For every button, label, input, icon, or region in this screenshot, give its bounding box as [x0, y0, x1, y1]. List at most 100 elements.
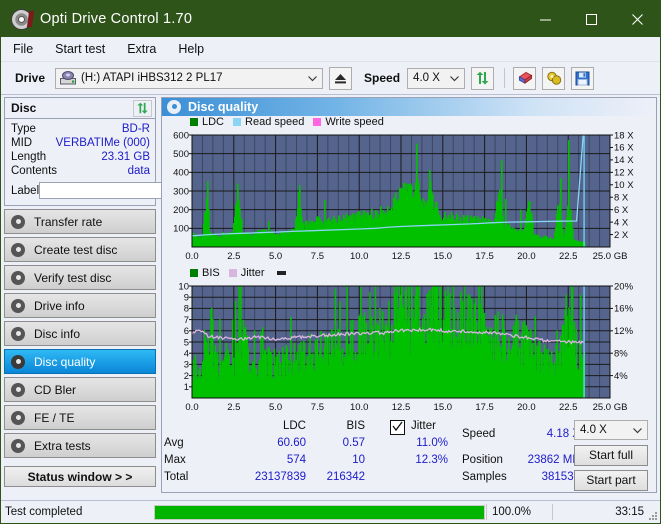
samples-stat-label: Samples [462, 470, 507, 483]
disc-refresh-button[interactable] [133, 99, 152, 117]
svg-text:8 X: 8 X [614, 192, 629, 203]
start-full-button[interactable]: Start full [574, 444, 648, 466]
svg-text:600: 600 [173, 130, 189, 141]
stat-bis-total: 216342 [326, 470, 365, 483]
svg-text:5.0: 5.0 [269, 402, 282, 413]
sidebar-item-drive-info[interactable]: Drive info [4, 293, 156, 318]
window-controls [522, 1, 660, 37]
content-area: Disc quality LDC Read speed Write speed … [159, 95, 660, 495]
svg-text:25.0 GB: 25.0 GB [593, 251, 628, 262]
svg-text:12%: 12% [614, 326, 634, 337]
disc-row-key: Type [11, 123, 36, 135]
svg-text:10: 10 [178, 281, 189, 292]
sidebar-item-label: Disc info [34, 326, 81, 341]
start-part-label: Start part [586, 473, 636, 488]
svg-text:7.5: 7.5 [311, 402, 324, 413]
disc-row-key: Contents [11, 165, 58, 177]
refresh-button[interactable] [471, 66, 495, 90]
svg-text:0.0: 0.0 [185, 251, 198, 262]
resize-grip[interactable] [647, 510, 658, 521]
svg-text:17.5: 17.5 [475, 251, 494, 262]
test-speed-value: 4.0 X [580, 423, 607, 436]
svg-text:7: 7 [184, 315, 189, 326]
svg-text:1: 1 [184, 382, 189, 393]
legend-label-jitter: Jitter [240, 267, 265, 280]
svg-text:5: 5 [184, 337, 189, 348]
erase-button[interactable] [513, 66, 537, 90]
save-button[interactable] [571, 66, 595, 90]
svg-text:8: 8 [184, 303, 189, 314]
eject-button[interactable] [329, 66, 353, 90]
disc-row-value: data [127, 165, 150, 177]
maximize-icon[interactable] [568, 1, 614, 37]
svg-text:16 X: 16 X [614, 143, 634, 154]
position-stat-value: 23862 MB [527, 453, 580, 466]
disc-row-type: Type BD-R [11, 122, 150, 136]
status-window-button[interactable]: Status window > > [4, 466, 156, 487]
disc-icon [11, 326, 25, 341]
menu-item-start-test[interactable]: Start test [53, 40, 116, 59]
speed-select[interactable]: 4.0 X [407, 67, 466, 89]
bulb-button[interactable] [542, 66, 566, 90]
jitter-checkbox[interactable] [390, 419, 405, 435]
disc-icon [167, 99, 181, 114]
svg-text:100: 100 [173, 223, 189, 234]
disc-row-key: Length [11, 151, 47, 163]
position-stat-label: Position [462, 453, 503, 466]
menu-item-help[interactable]: Help [176, 40, 215, 59]
sidebar-item-verify-test-disc[interactable]: Verify test disc [4, 265, 156, 290]
speed-stat-label: Speed [462, 427, 496, 440]
sidebar-item-fe-te[interactable]: FE / TE [4, 405, 156, 430]
svg-text:6 X: 6 X [614, 205, 629, 216]
svg-text:20.0: 20.0 [517, 402, 536, 413]
legend-label-read-speed: Read speed [245, 116, 305, 129]
elapsed-time: 33:15 [552, 504, 660, 520]
close-icon[interactable] [614, 1, 660, 37]
test-speed-select[interactable]: 4.0 X [574, 419, 648, 440]
legend-swatch-write-speed [313, 118, 322, 127]
sidebar-item-disc-quality[interactable]: Disc quality [4, 349, 156, 374]
drive-select[interactable]: (H:) ATAPI iHBS312 2 PL17 [55, 67, 324, 89]
svg-text:300: 300 [173, 186, 189, 197]
stat-row-avg: Avg [164, 436, 184, 449]
status-window-label: Status window > > [27, 469, 133, 484]
stat-ldc-max: 574 [286, 453, 306, 466]
menu-item-file[interactable]: File [11, 40, 44, 59]
statistics-panel: LDC BIS Jitter Avg 60.60 0.57 11.0% Max … [162, 418, 656, 492]
stat-ldc-total: 23137839 [254, 470, 306, 483]
svg-text:500: 500 [173, 149, 189, 160]
sidebar-item-disc-info[interactable]: Disc info [4, 321, 156, 346]
svg-text:20.0: 20.0 [517, 251, 536, 262]
stat-row-max: Max [164, 453, 186, 466]
disc-row-value: VERBATIMe (000) [55, 137, 150, 149]
chart2-plot-wrap: 1 2 3 4 5 6 7 8 9 10 4% 8% 12% 16% 20% 0.0 2.5 5.0 7.5 10.0… [162, 280, 656, 418]
minimize-icon[interactable] [522, 1, 568, 37]
status-bar: Test completed 100.0% 33:15 [1, 500, 660, 523]
legend-label-write-speed: Write speed [325, 116, 384, 129]
sidebar-item-transfer-rate[interactable]: Transfer rate [4, 209, 156, 234]
sidebar-item-cd-bler[interactable]: CD Bler [4, 377, 156, 402]
chevron-down-icon [633, 427, 642, 434]
svg-text:2 X: 2 X [614, 230, 629, 241]
chart1-plot-wrap: 100 200 300 400 500 600 2 X 4 X6 X 8 X 10 X 12 X 14… [162, 129, 656, 267]
disc-icon [11, 438, 25, 453]
svg-text:2: 2 [184, 371, 189, 382]
window-title: Opti Drive Control 1.70 [40, 11, 193, 27]
legend-swatch-marker [276, 271, 286, 276]
stat-bis-avg: 0.57 [342, 436, 365, 449]
disc-icon [11, 242, 25, 257]
svg-text:10.0: 10.0 [350, 402, 369, 413]
sidebar-item-label: CD Bler [34, 382, 77, 397]
start-part-button[interactable]: Start part [574, 469, 648, 491]
samples-stat-value: 381539 [541, 470, 580, 483]
svg-text:9: 9 [184, 292, 189, 303]
sidebar-item-create-test-disc[interactable]: Create test disc [4, 237, 156, 262]
stat-bis-max: 10 [352, 453, 365, 466]
app-disc-icon [10, 8, 35, 30]
menu-item-extra[interactable]: Extra [125, 40, 167, 59]
jitter-label: Jitter [411, 419, 436, 432]
svg-text:4%: 4% [614, 371, 628, 382]
svg-text:22.5: 22.5 [559, 251, 578, 262]
status-text: Test completed [5, 506, 83, 518]
sidebar-item-extra-tests[interactable]: Extra tests [4, 433, 156, 458]
